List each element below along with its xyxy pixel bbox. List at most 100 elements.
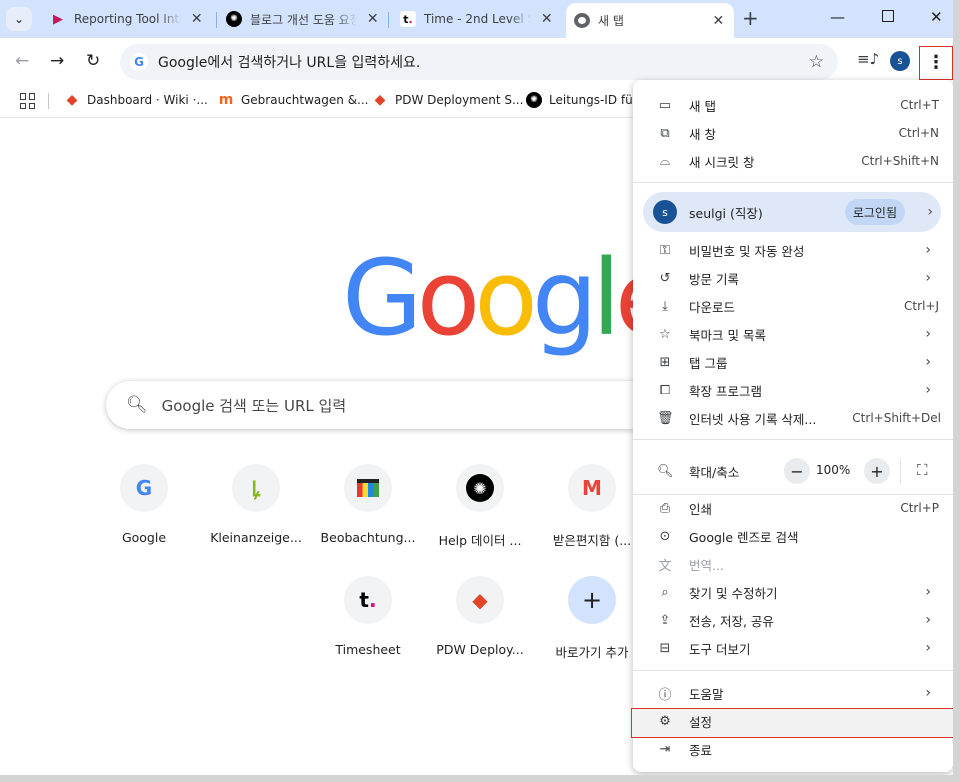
tab-separator — [216, 12, 217, 28]
toolbar: ← → ↻ G Google에서 검색하거나 URL을 입력하세요. ☆ ≡♪ … — [0, 38, 953, 86]
fullscreen-icon[interactable]: ⛶ — [917, 461, 928, 479]
bookmark-item[interactable]: ◆ Dashboard · Wiki ·... — [64, 92, 208, 108]
gmail-icon: M — [568, 464, 616, 512]
kleinanzeigen-icon: ꝲ — [232, 464, 280, 512]
apps-grid-icon[interactable] — [20, 93, 36, 109]
find-page-icon: ⌕ — [661, 584, 669, 600]
shortcut-tile[interactable]: G Google — [88, 464, 200, 545]
lens-icon: ⊙ — [659, 528, 671, 544]
chevron-right-icon: › — [925, 685, 931, 701]
menu-label: 인터넷 사용 기록 삭제... — [689, 411, 817, 427]
menu-item-tab-groups[interactable]: ⊞ 탭 그룹 › — [633, 348, 953, 376]
menu-item-cast-save-share[interactable]: ⇪ 전송, 저장, 공유 › — [633, 606, 953, 634]
shortcut-tile[interactable]: ꝲ Kleinanzeige... — [200, 464, 312, 545]
close-icon[interactable]: ✕ — [711, 13, 726, 29]
menu-item-zoom: 🔍︎ 확대/축소 − 100% + ⛶ — [633, 448, 953, 494]
menu-shortcut: Ctrl+Shift+N — [861, 154, 939, 168]
tab-title: 새 탭 — [598, 14, 624, 28]
new-tab-button[interactable]: + — [742, 8, 759, 28]
bookmark-item[interactable]: ◆ PDW Deployment S... — [372, 92, 524, 108]
zoom-out-button[interactable]: − — [784, 458, 810, 484]
close-icon[interactable]: ✕ — [365, 11, 380, 27]
shortcut-tile[interactable]: M 받은편지함 (... — [536, 464, 648, 549]
help-icon: ⓘ — [658, 687, 672, 703]
menu-item-help[interactable]: ⓘ 도움말 › — [633, 679, 953, 707]
menu-item-find-edit[interactable]: ⌕ 찾기 및 수정하기 › — [633, 578, 953, 606]
zoom-icon: 🔍︎ — [657, 463, 674, 479]
shortcut-tile[interactable]: ✺ Help 데이터 ... — [424, 464, 536, 549]
menu-item-passwords[interactable]: ⚿ 비밀번호 및 자동 완성 › — [633, 236, 953, 264]
trash-icon: 🗑︎ — [657, 410, 674, 426]
menu-label: 방문 기록 — [689, 271, 739, 287]
menu-label: 새 창 — [689, 126, 716, 142]
menu-label: 확대/축소 — [689, 464, 740, 480]
tab-reporting-tool[interactable]: ▶ Reporting Tool Intro ✕ — [42, 5, 212, 33]
timesheet-icon: t. — [400, 11, 416, 27]
profile-avatar-button[interactable]: s — [890, 51, 910, 71]
close-window-icon[interactable]: ✕ — [930, 8, 943, 26]
shortcut-tile[interactable]: t. Timesheet — [312, 576, 424, 657]
shortcut-label: PDW Deploy... — [436, 642, 524, 657]
reload-icon[interactable]: ↻ — [86, 52, 100, 70]
menu-item-bookmarks[interactable]: ☆ 북마크 및 목록 › — [633, 320, 953, 348]
menu-separator — [633, 439, 953, 440]
bookmark-label: PDW Deployment S... — [395, 93, 524, 107]
more-menu-button[interactable]: ⋮ — [919, 46, 953, 80]
tab-search-button[interactable]: ⌄ — [6, 7, 32, 31]
menu-label: 다운로드 — [689, 299, 736, 315]
tab-time[interactable]: t. Time - 2nd Level Sup ✕ — [392, 5, 562, 33]
bookmark-separator — [48, 93, 49, 109]
chevron-right-icon: › — [925, 382, 931, 398]
menu-shortcut: Ctrl+T — [900, 98, 939, 112]
menu-item-downloads[interactable]: ⤓ 다운로드 Ctrl+J — [633, 292, 953, 320]
menu-label: 인쇄 — [689, 501, 713, 517]
tab-separator — [388, 12, 389, 28]
back-arrow-icon[interactable]: ← — [15, 52, 29, 70]
menu-label: 북마크 및 목록 — [689, 327, 766, 343]
menu-item-exit[interactable]: ⇥ 종료 — [633, 735, 953, 763]
bookmark-item[interactable]: ✺ Leitungs-ID für T — [526, 92, 649, 108]
minimize-icon[interactable]: — — [830, 8, 845, 26]
menu-item-clear-data[interactable]: 🗑︎ 인터넷 사용 기록 삭제... Ctrl+Shift+Del — [633, 404, 953, 432]
menu-item-extensions[interactable]: ⧠ 확장 프로그램 › — [633, 376, 953, 404]
close-icon[interactable]: ✕ — [539, 11, 554, 27]
bookmark-item[interactable]: m Gebrauchtwagen &... — [218, 92, 369, 108]
tab-title: 블로그 개선 도움 요청 — [250, 12, 358, 27]
tab-new-tab[interactable]: 새 탭 ✕ — [566, 3, 734, 38]
menu-item-settings[interactable]: ⚙ 설정 — [633, 707, 953, 735]
menu-item-lens[interactable]: ⊙ Google 렌즈로 검색 — [633, 522, 953, 550]
menu-item-history[interactable]: ↺ 방문 기록 › — [633, 264, 953, 292]
maximize-icon[interactable] — [882, 10, 894, 22]
menu-item-more-tools[interactable]: ⊟ 도구 더보기 › — [633, 634, 953, 662]
chatgpt-icon: ✺ — [526, 92, 542, 108]
menu-item-incognito[interactable]: ⌓ 새 시크릿 창 Ctrl+Shift+N — [633, 147, 953, 175]
menu-item-new-tab[interactable]: ▭ 새 탭 Ctrl+T — [633, 91, 953, 119]
shortcut-tile[interactable]: Beobachtung... — [312, 464, 424, 545]
menu-label: 도움말 — [689, 686, 724, 702]
history-icon: ↺ — [659, 270, 671, 286]
share-page-icon: ⇪ — [659, 612, 671, 628]
menu-separator — [633, 182, 953, 183]
tab-groups-icon: ⊞ — [659, 354, 671, 370]
bookmark-star-icon[interactable]: ☆ — [809, 52, 824, 72]
search-icon: 🔍︎ — [126, 395, 148, 415]
chatgpt-icon: ✺ — [456, 464, 504, 512]
menu-profile-row[interactable]: s seulgi (직장) 로그인됨 › — [643, 192, 941, 232]
media-control-icon[interactable]: ≡♪ — [857, 50, 879, 68]
close-icon[interactable]: ✕ — [189, 11, 204, 27]
tab-blog[interactable]: ✺ 블로그 개선 도움 요청 ✕ — [218, 5, 388, 33]
menu-item-print[interactable]: ⎙ 인쇄 Ctrl+P — [633, 494, 953, 522]
menu-item-new-window[interactable]: ⧉ 새 창 Ctrl+N — [633, 119, 953, 147]
zoom-divider — [900, 458, 901, 484]
menu-label: 비밀번호 및 자동 완성 — [689, 243, 805, 259]
ntp-search-box[interactable]: 🔍︎ Google 검색 또는 URL 입력 — [106, 381, 666, 429]
plus-icon: + — [568, 576, 616, 624]
m-icon: m — [218, 92, 234, 108]
shortcut-tile[interactable]: ◆ PDW Deploy... — [424, 576, 536, 657]
gear-icon: ⚙ — [659, 713, 671, 729]
forward-arrow-icon[interactable]: → — [50, 52, 64, 70]
add-shortcut-tile[interactable]: + 바로가기 추가 — [536, 576, 648, 661]
gitlab-icon: ◆ — [374, 92, 386, 108]
address-bar[interactable]: G Google에서 검색하거나 URL을 입력하세요. ☆ — [120, 44, 838, 80]
zoom-in-button[interactable]: + — [864, 458, 890, 484]
